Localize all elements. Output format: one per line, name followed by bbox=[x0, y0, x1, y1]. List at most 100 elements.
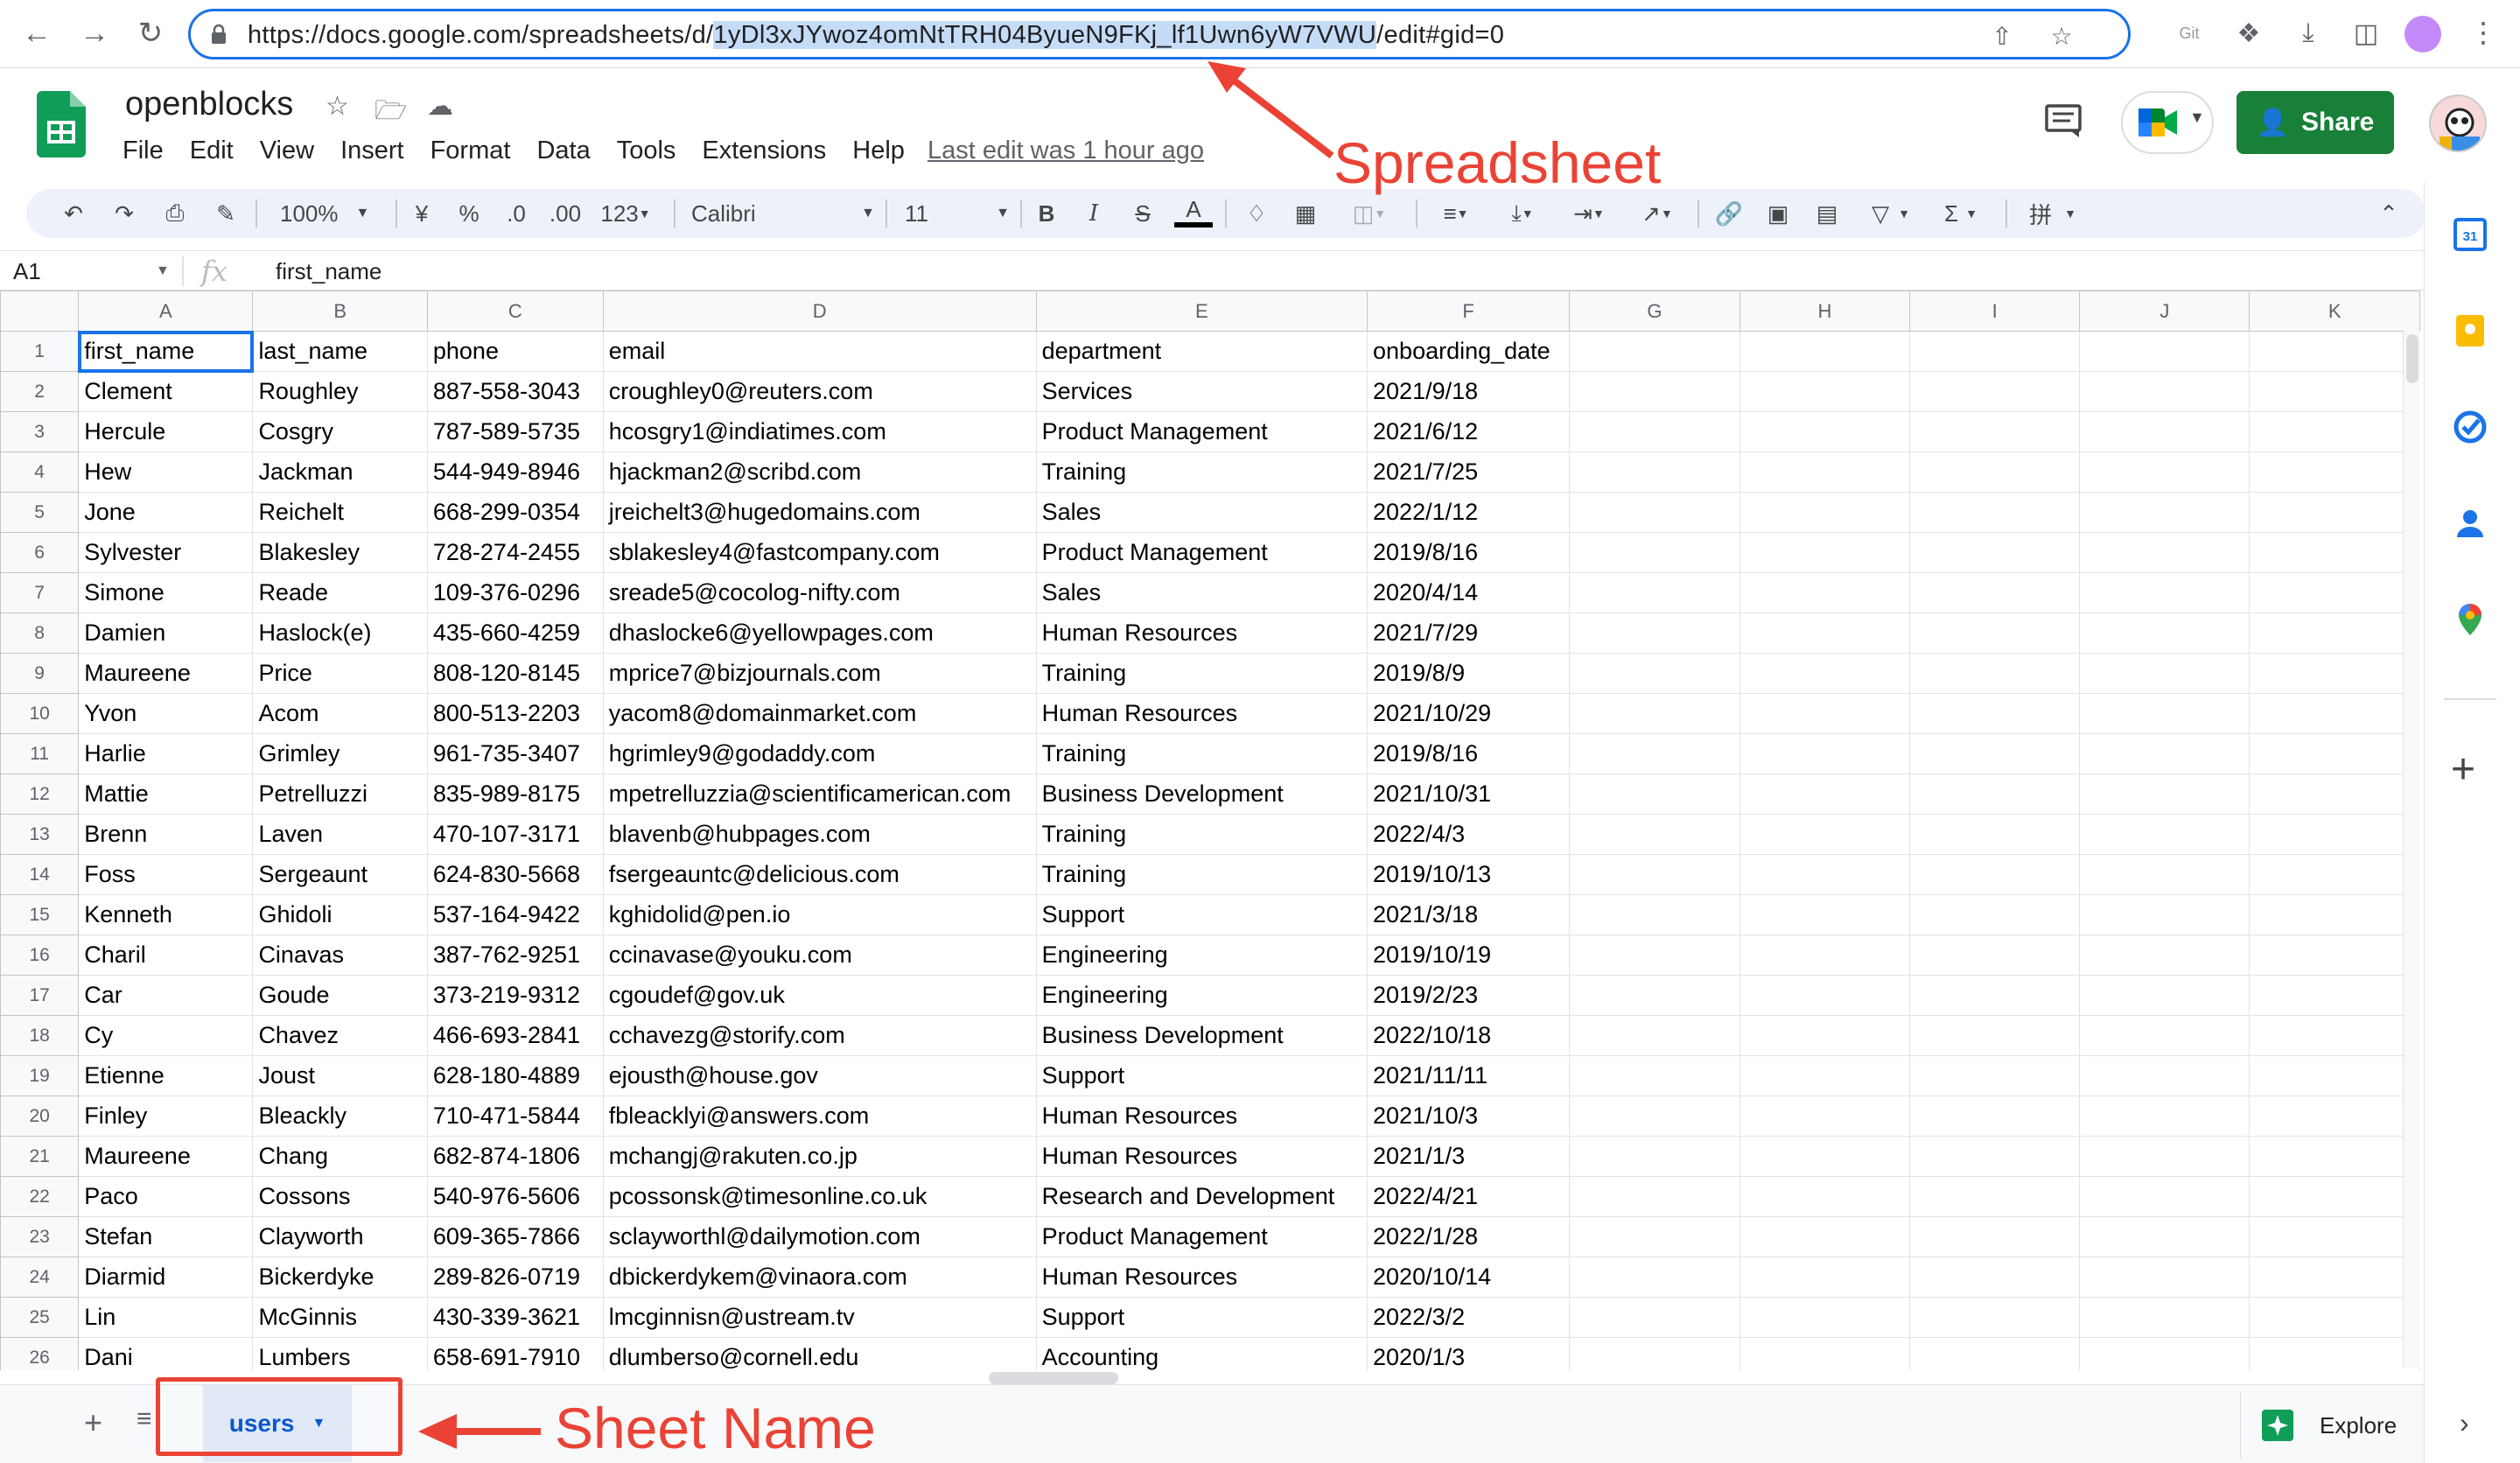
cell[interactable]: Human Resources bbox=[1035, 1096, 1368, 1137]
cell[interactable]: McGinnis bbox=[252, 1297, 428, 1338]
cell[interactable] bbox=[1739, 814, 1911, 855]
move-folder-icon[interactable]: 🗁 bbox=[374, 91, 407, 136]
cell[interactable] bbox=[2079, 452, 2250, 493]
cell[interactable] bbox=[1909, 1337, 2081, 1370]
address-bar[interactable]: https://docs.google.com/spreadsheets/d/1… bbox=[188, 9, 2131, 60]
strikethrough-button[interactable]: S bbox=[1125, 196, 1160, 231]
cell[interactable]: 2021/1/3 bbox=[1367, 1136, 1571, 1177]
cell[interactable]: Diarmid bbox=[78, 1256, 254, 1298]
cell[interactable]: first_name bbox=[77, 330, 254, 373]
cell[interactable]: sreade5@cocolog-nifty.com bbox=[602, 572, 1037, 613]
cell[interactable]: 537-164-9422 bbox=[426, 894, 604, 935]
cell[interactable] bbox=[2249, 1256, 2420, 1298]
name-box[interactable]: A1 bbox=[13, 258, 41, 285]
cell[interactable] bbox=[2079, 1337, 2250, 1370]
cell[interactable]: Paco bbox=[78, 1176, 254, 1217]
browser-menu-icon[interactable]: ⋮ bbox=[2469, 16, 2497, 49]
cell[interactable]: Yvon bbox=[78, 693, 254, 734]
explore-button[interactable]: Explore bbox=[2240, 1392, 2424, 1459]
cell[interactable]: onboarding_date bbox=[1367, 331, 1571, 372]
maps-icon[interactable] bbox=[2453, 602, 2488, 637]
cell[interactable]: department bbox=[1035, 331, 1368, 372]
cell[interactable]: 961-735-3407 bbox=[426, 733, 604, 774]
cell[interactable] bbox=[2079, 371, 2250, 412]
cell[interactable]: Kenneth bbox=[78, 894, 254, 935]
paint-format-icon[interactable]: ✎ bbox=[208, 196, 243, 231]
gitzip-extension-icon[interactable]: Git bbox=[2172, 16, 2207, 51]
side-panel-icon[interactable]: ◫ bbox=[2348, 16, 2384, 51]
row-header[interactable]: 15 bbox=[0, 894, 80, 935]
cell[interactable]: sclayworthl@dailymotion.com bbox=[602, 1216, 1037, 1257]
vertical-scrollbar[interactable] bbox=[2403, 331, 2420, 1368]
horizontal-scroll-thumb[interactable] bbox=[989, 1372, 1118, 1384]
cell[interactable] bbox=[1569, 492, 1740, 533]
cell[interactable] bbox=[1909, 774, 2081, 815]
print-icon[interactable]: ⎙ bbox=[158, 196, 192, 231]
cell[interactable]: Sales bbox=[1035, 492, 1368, 533]
spreadsheet-grid[interactable]: ABCDEFGHIJK 1 first_name last_name phone ema… bbox=[0, 290, 2420, 1370]
cell[interactable]: Training bbox=[1035, 733, 1368, 774]
tasks-icon[interactable] bbox=[2453, 410, 2488, 444]
cell[interactable]: Joust bbox=[252, 1055, 428, 1096]
cell[interactable]: 2019/8/16 bbox=[1367, 532, 1571, 573]
cell[interactable] bbox=[1909, 612, 2081, 654]
functions-icon[interactable]: Σ ▼ bbox=[1930, 196, 1992, 231]
cell[interactable]: hgrimley9@godaddy.com bbox=[602, 733, 1037, 774]
cell[interactable] bbox=[2249, 693, 2420, 734]
cell[interactable] bbox=[1909, 894, 2081, 935]
cell[interactable] bbox=[1569, 774, 1740, 815]
vertical-align-icon[interactable]: ⤓ ▼ bbox=[1496, 196, 1549, 231]
cell[interactable] bbox=[1909, 653, 2081, 694]
cell[interactable]: Cy bbox=[78, 1015, 254, 1056]
cell[interactable] bbox=[2249, 612, 2420, 654]
cell[interactable] bbox=[1739, 1216, 1911, 1257]
download-icon[interactable]: ⤓ bbox=[2291, 16, 2326, 51]
keep-icon[interactable] bbox=[2453, 313, 2488, 348]
cell[interactable]: Cossons bbox=[252, 1176, 428, 1217]
row-header[interactable]: 23 bbox=[0, 1216, 80, 1257]
cell[interactable] bbox=[1909, 854, 2081, 895]
cell[interactable] bbox=[1569, 411, 1740, 452]
cell[interactable]: mchangj@rakuten.co.jp bbox=[602, 1136, 1037, 1177]
column-header[interactable]: K bbox=[2249, 290, 2420, 332]
cell[interactable]: Simone bbox=[78, 572, 254, 613]
cell[interactable]: Product Management bbox=[1035, 411, 1368, 452]
browser-profile-icon[interactable] bbox=[2404, 16, 2441, 52]
cell[interactable] bbox=[1569, 1015, 1740, 1056]
cell[interactable]: Charil bbox=[78, 934, 254, 976]
cell[interactable]: Grimley bbox=[252, 733, 428, 774]
cell[interactable]: Support bbox=[1035, 1055, 1368, 1096]
input-tools-icon[interactable]: 拼 ▼ bbox=[2020, 196, 2086, 231]
cell[interactable] bbox=[2249, 371, 2420, 412]
cell[interactable] bbox=[1569, 894, 1740, 935]
row-header[interactable]: 11 bbox=[0, 733, 80, 774]
cell[interactable] bbox=[1909, 371, 2081, 412]
row-header[interactable]: 3 bbox=[0, 411, 80, 452]
cell[interactable]: Product Management bbox=[1035, 532, 1368, 573]
cell[interactable]: 2022/4/3 bbox=[1367, 814, 1571, 855]
cell[interactable] bbox=[1909, 411, 2081, 452]
cell[interactable] bbox=[2249, 411, 2420, 452]
borders-icon[interactable]: ▦ bbox=[1288, 196, 1323, 231]
cell[interactable]: Hew bbox=[78, 452, 254, 493]
cell[interactable] bbox=[1739, 1297, 1911, 1338]
cell[interactable] bbox=[2079, 1216, 2250, 1257]
cell[interactable]: Acom bbox=[252, 693, 428, 734]
cell[interactable] bbox=[1569, 854, 1740, 895]
row-header[interactable]: 25 bbox=[0, 1297, 80, 1338]
cell[interactable] bbox=[1569, 814, 1740, 855]
cell[interactable] bbox=[1569, 532, 1740, 573]
cell[interactable]: 668-299-0354 bbox=[426, 492, 604, 533]
cell[interactable]: Haslock(e) bbox=[252, 612, 428, 654]
cell[interactable]: Ghidoli bbox=[252, 894, 428, 935]
cell[interactable]: Chavez bbox=[252, 1015, 428, 1056]
cell[interactable]: mpetrelluzzia@scientificamerican.com bbox=[602, 774, 1037, 815]
formula-input[interactable]: first_name bbox=[276, 258, 382, 285]
cell[interactable]: Hercule bbox=[78, 411, 254, 452]
cell[interactable]: 2021/10/31 bbox=[1367, 774, 1571, 815]
cell[interactable] bbox=[2249, 1136, 2420, 1177]
cell[interactable]: 470-107-3171 bbox=[426, 814, 604, 855]
cell[interactable]: Human Resources bbox=[1035, 612, 1368, 654]
cell[interactable]: 2022/1/12 bbox=[1367, 492, 1571, 533]
row-header[interactable]: 22 bbox=[0, 1176, 80, 1217]
